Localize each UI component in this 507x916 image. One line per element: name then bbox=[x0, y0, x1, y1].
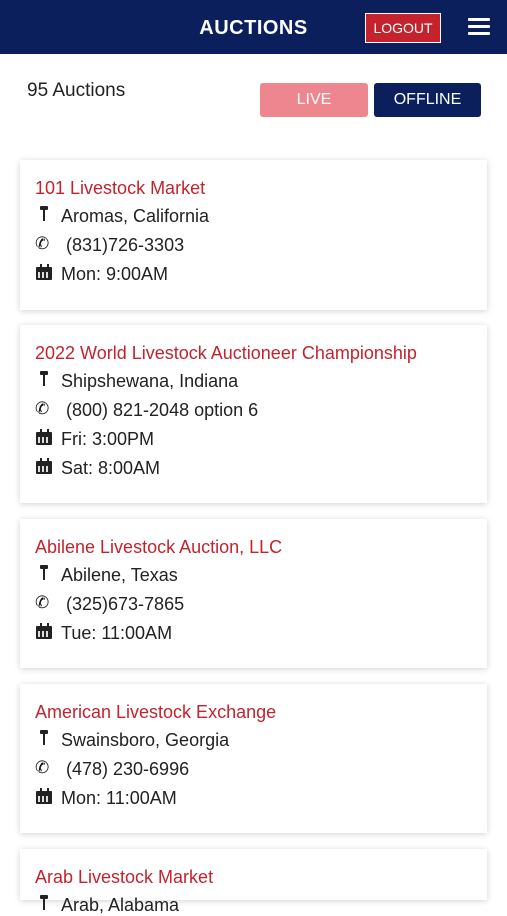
tab-live[interactable]: LIVE bbox=[260, 83, 368, 117]
auction-phone[interactable]: (478) 230-6996 bbox=[66, 758, 189, 780]
auction-schedule: Mon: 11:00AM bbox=[61, 788, 177, 808]
auction-name[interactable]: American Livestock Exchange bbox=[35, 702, 276, 723]
auction-location: Abilene, Texas bbox=[61, 565, 178, 585]
app-header: AUCTIONS LOGOUT bbox=[0, 0, 507, 54]
auction-card[interactable]: Abilene Livestock Auction, LLC Abilene, … bbox=[20, 519, 487, 668]
calendar-icon bbox=[35, 622, 55, 644]
calendar-icon bbox=[35, 428, 55, 450]
logout-button[interactable]: LOGOUT bbox=[365, 13, 441, 43]
auction-phone[interactable]: (800) 821-2048 option 6 bbox=[66, 399, 258, 421]
pin-icon bbox=[35, 729, 55, 751]
auction-schedule: Sat: 8:00AM bbox=[61, 458, 161, 478]
auction-count: 95 Auctions bbox=[27, 80, 126, 101]
auction-name[interactable]: Arab Livestock Market bbox=[35, 867, 213, 888]
tab-offline[interactable]: OFFLINE bbox=[374, 83, 481, 117]
auction-location: Arab, Alabama bbox=[61, 895, 180, 915]
auction-location: Shipshewana, Indiana bbox=[61, 371, 239, 391]
pin-icon bbox=[35, 564, 55, 586]
auction-schedule: Mon: 9:00AM bbox=[61, 264, 169, 284]
auction-phone[interactable]: (831)726-3303 bbox=[66, 234, 184, 256]
hamburger-menu-icon[interactable] bbox=[468, 18, 490, 36]
phone-icon: ✆ bbox=[35, 399, 50, 418]
auction-name[interactable]: 2022 World Livestock Auctioneer Champion… bbox=[35, 343, 417, 364]
pin-icon bbox=[35, 370, 55, 392]
auction-name[interactable]: Abilene Livestock Auction, LLC bbox=[35, 537, 282, 558]
auction-card[interactable]: 101 Livestock Market Aromas, California … bbox=[20, 160, 487, 310]
auction-phone[interactable]: (325)673-7865 bbox=[66, 593, 184, 615]
auction-schedule: Fri: 3:00PM bbox=[61, 429, 155, 449]
pin-icon bbox=[35, 205, 55, 227]
auction-name[interactable]: 101 Livestock Market bbox=[35, 178, 205, 199]
calendar-icon bbox=[35, 457, 55, 479]
auction-card[interactable]: Arab Livestock Market Arab, Alabama bbox=[20, 849, 487, 915]
auction-schedule: Tue: 11:00AM bbox=[61, 623, 173, 643]
calendar-icon bbox=[35, 263, 55, 285]
pin-icon bbox=[35, 894, 55, 916]
phone-icon: ✆ bbox=[35, 234, 50, 253]
phone-icon: ✆ bbox=[35, 593, 50, 612]
phone-icon: ✆ bbox=[35, 758, 50, 777]
auction-location: Swainsboro, Georgia bbox=[61, 730, 230, 750]
auction-location: Aromas, California bbox=[61, 206, 210, 226]
auction-card[interactable]: American Livestock Exchange Swainsboro, … bbox=[20, 684, 487, 833]
auction-card[interactable]: 2022 World Livestock Auctioneer Champion… bbox=[20, 325, 487, 503]
calendar-icon bbox=[35, 787, 55, 809]
